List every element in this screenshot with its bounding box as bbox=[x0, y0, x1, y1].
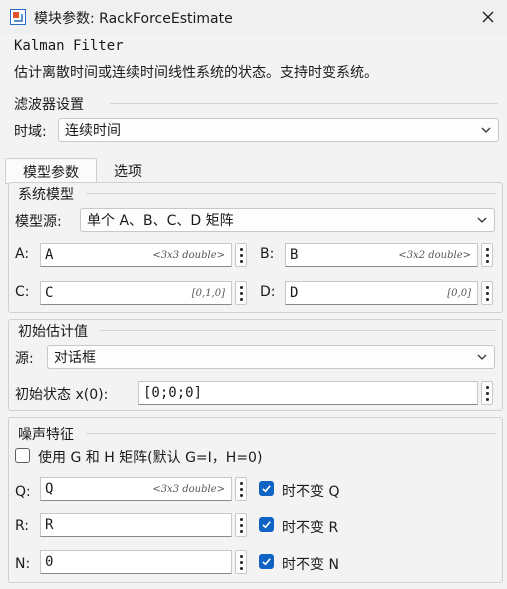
divider bbox=[86, 193, 496, 194]
matrix-n-value: 0 bbox=[45, 554, 54, 570]
model-source-select[interactable]: 单个 A、B、C、D 矩阵 bbox=[80, 208, 495, 232]
use-gh-checkbox[interactable] bbox=[15, 448, 30, 463]
initial-state-label: 初始状态 x(0): bbox=[15, 387, 109, 403]
divider bbox=[110, 103, 498, 104]
matrix-d-label: D: bbox=[260, 284, 276, 300]
initial-state-field[interactable]: [0;0;0] bbox=[138, 381, 478, 405]
matrix-a-label: A: bbox=[15, 246, 30, 262]
close-button[interactable] bbox=[475, 4, 501, 30]
divider bbox=[100, 330, 496, 331]
matrix-d-hint: [0,0] bbox=[447, 287, 471, 299]
initial-state-value: [0;0;0] bbox=[143, 385, 203, 401]
checkmark-icon bbox=[262, 558, 271, 566]
matrix-c-field[interactable]: C [0,1,0] bbox=[40, 281, 232, 305]
matrix-n-field[interactable]: 0 bbox=[40, 550, 232, 574]
matrix-q-hint: <3x3 double> bbox=[152, 483, 225, 495]
time-invariant-r-label: 时不变 R bbox=[282, 520, 339, 536]
estimate-source-label: 源: bbox=[15, 351, 34, 367]
matrix-a-field[interactable]: A <3x3 double> bbox=[40, 243, 232, 267]
time-invariant-q-checkbox[interactable] bbox=[259, 481, 274, 496]
matrix-q-field[interactable]: Q <3x3 double> bbox=[40, 477, 232, 501]
time-domain-value: 连续时间 bbox=[65, 123, 121, 139]
estimate-source-select[interactable]: 对话框 bbox=[47, 345, 495, 369]
time-domain-select[interactable]: 连续时间 bbox=[58, 118, 499, 142]
close-icon bbox=[482, 11, 494, 23]
time-invariant-n-label: 时不变 N bbox=[282, 557, 339, 573]
matrix-d-options-button[interactable] bbox=[481, 281, 493, 305]
noise-title: 噪声特征 bbox=[18, 427, 74, 443]
checkmark-icon bbox=[262, 521, 271, 529]
matrix-r-field[interactable]: R bbox=[40, 513, 232, 537]
time-invariant-r-checkbox[interactable] bbox=[259, 517, 274, 532]
matrix-q-label: Q: bbox=[15, 484, 31, 500]
matrix-b-label: B: bbox=[260, 246, 275, 262]
model-source-value: 单个 A、B、C、D 矩阵 bbox=[87, 213, 234, 229]
block-description: 估计离散时间或连续时间线性系统的状态。支持时变系统。 bbox=[14, 65, 378, 81]
matrix-b-hint: <3x2 double> bbox=[398, 249, 471, 261]
block-name: Kalman Filter bbox=[14, 38, 124, 54]
estimate-source-value: 对话框 bbox=[54, 350, 96, 366]
matrix-c-options-button[interactable] bbox=[235, 281, 247, 305]
matrix-a-options-button[interactable] bbox=[235, 243, 247, 267]
matrix-q-value: Q bbox=[45, 481, 54, 497]
matrix-r-label: R: bbox=[15, 518, 30, 534]
matrix-b-value: B bbox=[290, 247, 299, 263]
matrix-b-field[interactable]: B <3x2 double> bbox=[285, 243, 478, 267]
window-title: 模块参数: RackForceEstimate bbox=[34, 11, 233, 27]
initial-state-options-button[interactable] bbox=[481, 381, 493, 405]
matrix-a-value: A bbox=[45, 247, 54, 263]
matrix-c-label: C: bbox=[15, 284, 30, 300]
time-invariant-n-checkbox[interactable] bbox=[259, 554, 274, 569]
time-invariant-q-label: 时不变 Q bbox=[282, 484, 340, 500]
chevron-down-icon bbox=[477, 217, 487, 223]
chevron-down-icon bbox=[477, 354, 487, 360]
use-gh-label: 使用 G 和 H 矩阵(默认 G=I，H=0) bbox=[38, 450, 263, 466]
system-model-title: 系统模型 bbox=[18, 187, 74, 203]
chevron-down-icon bbox=[481, 127, 491, 133]
tab-model-parameters[interactable]: 模型参数 bbox=[5, 158, 97, 184]
simulink-block-icon bbox=[10, 9, 26, 25]
matrix-c-value: C bbox=[45, 285, 54, 301]
divider bbox=[86, 433, 496, 434]
matrix-c-hint: [0,1,0] bbox=[191, 287, 225, 299]
matrix-n-label: N: bbox=[15, 556, 31, 572]
matrix-d-value: D bbox=[290, 285, 299, 301]
matrix-r-value: R bbox=[45, 517, 54, 533]
filter-settings-title: 滤波器设置 bbox=[14, 97, 84, 113]
model-source-label: 模型源: bbox=[15, 214, 62, 230]
time-domain-label: 时域: bbox=[14, 124, 47, 140]
matrix-n-options-button[interactable] bbox=[235, 550, 247, 574]
matrix-a-hint: <3x3 double> bbox=[152, 249, 225, 261]
tab-options[interactable]: 选项 bbox=[100, 158, 156, 184]
checkmark-icon bbox=[262, 485, 271, 493]
matrix-d-field[interactable]: D [0,0] bbox=[285, 281, 478, 305]
initial-estimate-title: 初始估计值 bbox=[18, 324, 88, 340]
matrix-b-options-button[interactable] bbox=[481, 243, 493, 267]
matrix-q-options-button[interactable] bbox=[235, 477, 247, 501]
matrix-r-options-button[interactable] bbox=[235, 513, 247, 537]
